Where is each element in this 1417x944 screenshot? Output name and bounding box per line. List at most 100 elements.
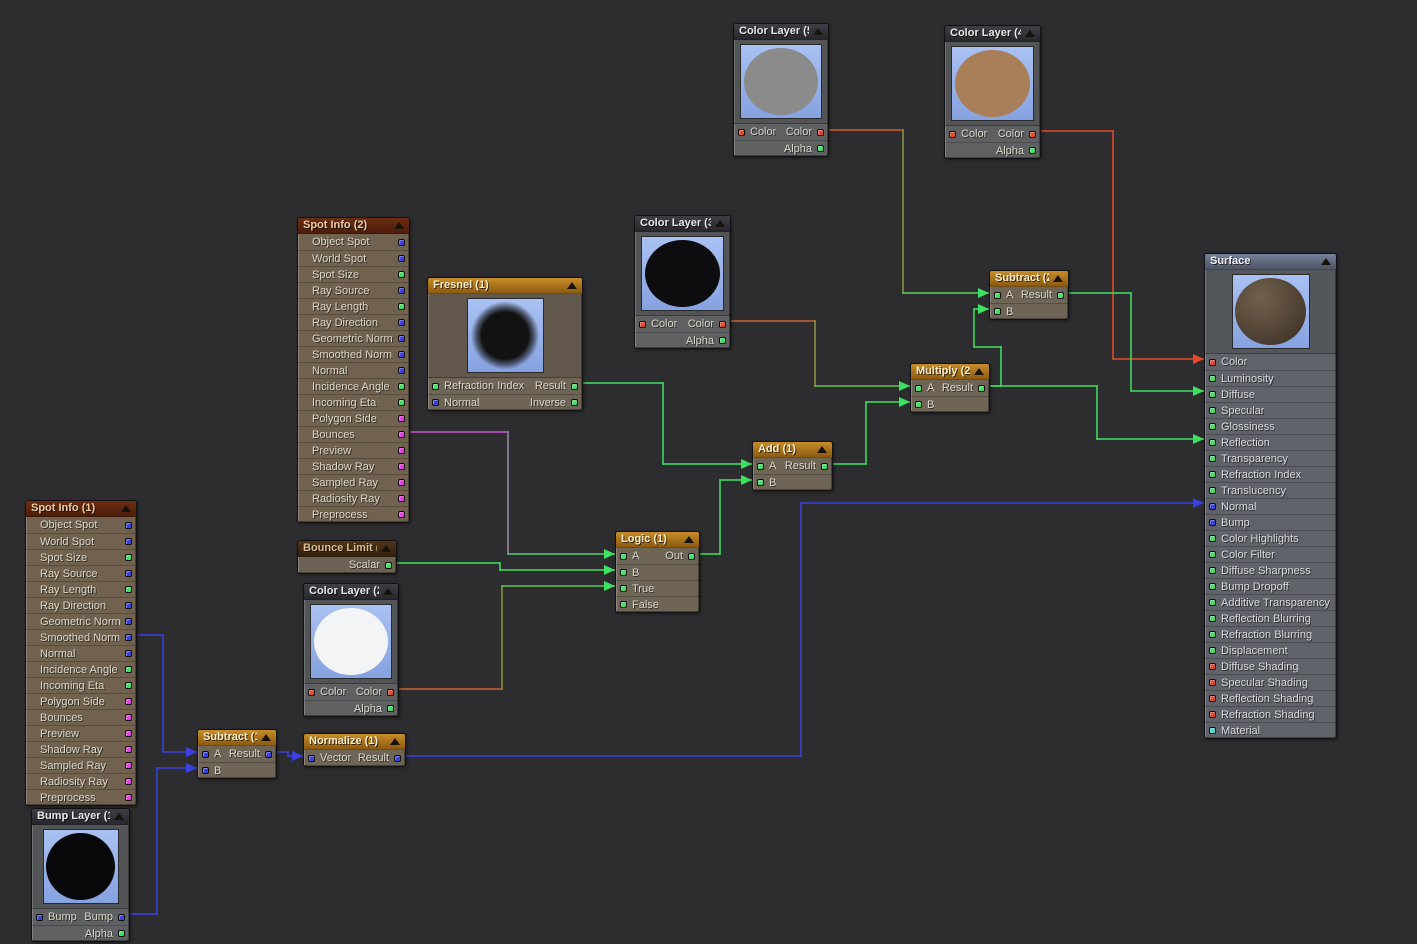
collapse-icon[interactable] [715, 220, 725, 227]
port-color-out[interactable] [817, 129, 824, 136]
port-radiosity-ray-out[interactable] [125, 778, 132, 785]
port-b-in[interactable] [202, 767, 209, 774]
node-titlebar[interactable]: Surface [1205, 254, 1336, 270]
collapse-icon[interactable] [394, 222, 404, 229]
port-object-spot-out[interactable] [125, 522, 132, 529]
port-inverse-out[interactable] [571, 399, 578, 406]
port-diffuse-shading-in[interactable] [1209, 663, 1216, 670]
port-specular-in[interactable] [1209, 407, 1216, 414]
port-a-in[interactable] [994, 292, 1001, 299]
node-subtract-2[interactable]: Subtract (2)AResultB [989, 270, 1069, 320]
port-ray-length-out[interactable] [125, 586, 132, 593]
port-a-in[interactable] [915, 385, 922, 392]
node-normalize-1[interactable]: Normalize (1)VectorResult [303, 733, 406, 767]
port-alpha-out[interactable] [387, 705, 394, 712]
node-titlebar[interactable]: Bump Layer (1) [32, 809, 129, 825]
port-result-out[interactable] [978, 385, 985, 392]
node-titlebar[interactable]: Spot Info (2) [298, 218, 409, 234]
port-alpha-out[interactable] [719, 337, 726, 344]
port-bounces-out[interactable] [125, 714, 132, 721]
node-titlebar[interactable]: Spot Info (1) [26, 501, 136, 517]
port-preview-out[interactable] [125, 730, 132, 737]
node-titlebar[interactable]: Add (1) [753, 442, 832, 458]
port-false-in[interactable] [620, 601, 627, 608]
port-incoming-eta-out[interactable] [398, 399, 405, 406]
port-color-in[interactable] [639, 321, 646, 328]
collapse-icon[interactable] [261, 734, 271, 741]
port-result-out[interactable] [821, 463, 828, 470]
port-ray-source-out[interactable] [398, 287, 405, 294]
collapse-icon[interactable] [567, 282, 577, 289]
collapse-icon[interactable] [974, 368, 984, 375]
port-sampled-ray-out[interactable] [398, 479, 405, 486]
port-ray-direction-out[interactable] [125, 602, 132, 609]
port-smoothed-normal-out[interactable] [125, 634, 132, 641]
port-incoming-eta-out[interactable] [125, 682, 132, 689]
collapse-icon[interactable] [121, 505, 131, 512]
port-bump-in[interactable] [36, 914, 43, 921]
port-shadow-ray-out[interactable] [125, 746, 132, 753]
port-preprocess-out[interactable] [125, 794, 132, 801]
node-titlebar[interactable]: Bounce Limit (1) [298, 541, 396, 557]
port-normal-out[interactable] [125, 650, 132, 657]
collapse-icon[interactable] [390, 738, 400, 745]
port-ray-source-out[interactable] [125, 570, 132, 577]
port-reflection-shading-in[interactable] [1209, 695, 1216, 702]
node-bump-layer-1[interactable]: Bump Layer (1)BumpBumpAlpha [31, 808, 130, 942]
port-color-in[interactable] [949, 131, 956, 138]
port-a-in[interactable] [757, 463, 764, 470]
port-preview-out[interactable] [398, 447, 405, 454]
port-bump-out[interactable] [118, 914, 125, 921]
port-refraction-shading-in[interactable] [1209, 711, 1216, 718]
port-ray-length-out[interactable] [398, 303, 405, 310]
port-translucency-in[interactable] [1209, 487, 1216, 494]
port-result-out[interactable] [265, 751, 272, 758]
port-normal-in[interactable] [1209, 503, 1216, 510]
port-reflection-in[interactable] [1209, 439, 1216, 446]
node-titlebar[interactable]: Subtract (1) [198, 730, 276, 746]
port-diffuse-in[interactable] [1209, 391, 1216, 398]
node-titlebar[interactable]: Color Layer (2) [304, 584, 398, 600]
port-object-spot-out[interactable] [398, 239, 405, 246]
node-titlebar[interactable]: Color Layer (5) [734, 24, 828, 40]
port-polygon-side-out[interactable] [398, 415, 405, 422]
port-bump-dropoff-in[interactable] [1209, 583, 1216, 590]
port-shadow-ray-out[interactable] [398, 463, 405, 470]
port-color-in[interactable] [738, 129, 745, 136]
port-polygon-side-out[interactable] [125, 698, 132, 705]
collapse-icon[interactable] [114, 813, 124, 820]
port-color-out[interactable] [387, 689, 394, 696]
port-additive-transparency-in[interactable] [1209, 599, 1216, 606]
port-color-filter-in[interactable] [1209, 551, 1216, 558]
node-multiply-2[interactable]: Multiply (2)AResultB [910, 363, 990, 413]
port-normal-out[interactable] [398, 367, 405, 374]
node-color-layer-2[interactable]: Color Layer (2)ColorColorAlpha [303, 583, 399, 717]
port-radiosity-ray-out[interactable] [398, 495, 405, 502]
node-titlebar[interactable]: Color Layer (4) [945, 26, 1040, 42]
port-color-out[interactable] [719, 321, 726, 328]
port-smoothed-normal-out[interactable] [398, 351, 405, 358]
port-b-in[interactable] [915, 401, 922, 408]
node-bounce-limit-1[interactable]: Bounce Limit (1)Scalar [297, 540, 397, 574]
port-luminosity-in[interactable] [1209, 375, 1216, 382]
collapse-icon[interactable] [381, 545, 391, 552]
port-ray-direction-out[interactable] [398, 319, 405, 326]
port-out-out[interactable] [688, 553, 695, 560]
port-incidence-angle-out[interactable] [398, 383, 405, 390]
node-spot-info-2[interactable]: Spot Info (2)Object SpotWorld SpotSpot S… [297, 217, 410, 523]
port-geometric-normal-out[interactable] [398, 335, 405, 342]
port-alpha-out[interactable] [118, 930, 125, 937]
port-spot-size-out[interactable] [125, 554, 132, 561]
node-subtract-1[interactable]: Subtract (1)AResultB [197, 729, 277, 779]
node-titlebar[interactable]: Normalize (1) [304, 734, 405, 750]
port-color-highlights-in[interactable] [1209, 535, 1216, 542]
collapse-icon[interactable] [1053, 275, 1063, 282]
port-color-in[interactable] [308, 689, 315, 696]
node-spot-info-1[interactable]: Spot Info (1)Object SpotWorld SpotSpot S… [25, 500, 137, 806]
port-refraction-index-in[interactable] [432, 383, 439, 390]
node-titlebar[interactable]: Fresnel (1) [428, 278, 582, 294]
node-fresnel-1[interactable]: Fresnel (1)Refraction IndexResultNormalI… [427, 277, 583, 411]
port-refraction-index-in[interactable] [1209, 471, 1216, 478]
node-editor-canvas[interactable]: Spot Info (1)Object SpotWorld SpotSpot S… [0, 0, 1417, 944]
port-color-in[interactable] [1209, 359, 1216, 366]
